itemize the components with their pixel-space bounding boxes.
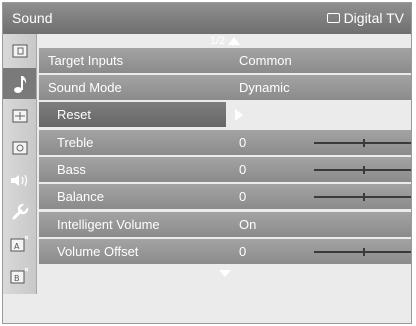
menu-item-sound-mode[interactable]: Sound Mode Dynamic — [39, 75, 411, 100]
sidebar-item-sound[interactable] — [3, 68, 36, 99]
sidebar-item-speaker[interactable] — [3, 164, 36, 195]
enter-arrow-icon — [235, 109, 243, 121]
treble-slider[interactable] — [314, 139, 411, 147]
wrench-icon — [12, 202, 29, 219]
menu-header: Sound Digital TV — [3, 3, 411, 34]
input-a-icon: A — [10, 235, 28, 251]
scroll-down-icon[interactable] — [219, 270, 231, 277]
menu-item-value: Dynamic — [239, 80, 290, 95]
slider-knob[interactable] — [363, 139, 365, 147]
sidebar-item-input-b[interactable]: B — [3, 260, 36, 291]
svg-text:B: B — [14, 274, 20, 283]
menu-title: Sound — [12, 10, 53, 26]
menu-item-label: Bass — [57, 162, 86, 177]
category-sidebar: A B — [3, 34, 37, 294]
menu-item-target-inputs[interactable]: Target Inputs Common — [39, 48, 411, 73]
source-label: Digital TV — [343, 10, 404, 26]
speaker-icon — [10, 174, 27, 186]
menu-item-treble[interactable]: Treble 0 — [39, 130, 411, 155]
menu-item-label: Volume Offset — [57, 244, 139, 259]
sidebar-item-input-a[interactable]: A — [3, 228, 36, 259]
input-b-icon: B — [10, 267, 28, 283]
balance-slider[interactable] — [314, 193, 411, 201]
menu-item-reset[interactable]: Reset — [39, 102, 243, 127]
menu-item-value: 0 — [239, 135, 247, 150]
menu-item-label: Intelligent Volume — [57, 217, 160, 232]
menu-item-bass[interactable]: Bass 0 — [39, 157, 411, 182]
menu-item-value: On — [239, 217, 257, 232]
source-indicator: Digital TV — [326, 10, 404, 26]
sidebar-item-setup[interactable] — [3, 196, 36, 227]
slider-knob[interactable] — [363, 248, 365, 256]
tv-icon — [326, 13, 340, 23]
scroll-up-icon[interactable] — [228, 37, 241, 45]
volume-offset-slider[interactable] — [314, 248, 411, 256]
bottom-area — [3, 295, 411, 323]
page-number: 1/2 — [209, 35, 226, 47]
menu-item-volume-offset[interactable]: Volume Offset 0 — [39, 239, 411, 264]
menu-item-value: Common — [239, 53, 292, 68]
menu-item-value: 0 — [239, 244, 247, 259]
menu-item-label: Treble — [57, 135, 94, 150]
sidebar-item-channel[interactable] — [3, 100, 36, 131]
slider-knob[interactable] — [363, 166, 365, 174]
menu-item-label: Target Inputs — [48, 53, 124, 68]
menu-item-label: Balance — [57, 189, 104, 204]
menu-item-balance[interactable]: Balance 0 — [39, 184, 411, 209]
music-note-icon — [13, 75, 26, 93]
menu-item-intelligent-volume[interactable]: Intelligent Volume On — [39, 212, 411, 237]
slider-knob[interactable] — [363, 193, 365, 201]
menu-item-value: 0 — [239, 162, 247, 177]
sidebar-item-picture[interactable] — [3, 35, 36, 66]
menu-item-value: 0 — [239, 189, 247, 204]
channel-icon — [12, 109, 27, 122]
sound-menu-window: Sound Digital TV A B 1/2 Target Inputs C… — [2, 2, 412, 324]
svg-text:A: A — [14, 242, 20, 251]
page-indicator: 1/2 — [39, 34, 411, 48]
bass-slider[interactable] — [314, 166, 411, 174]
menu-item-label: Reset — [57, 107, 91, 122]
picture-icon — [12, 44, 27, 57]
sidebar-item-features[interactable] — [3, 132, 36, 163]
features-icon — [12, 141, 27, 154]
menu-item-label: Sound Mode — [48, 80, 122, 95]
